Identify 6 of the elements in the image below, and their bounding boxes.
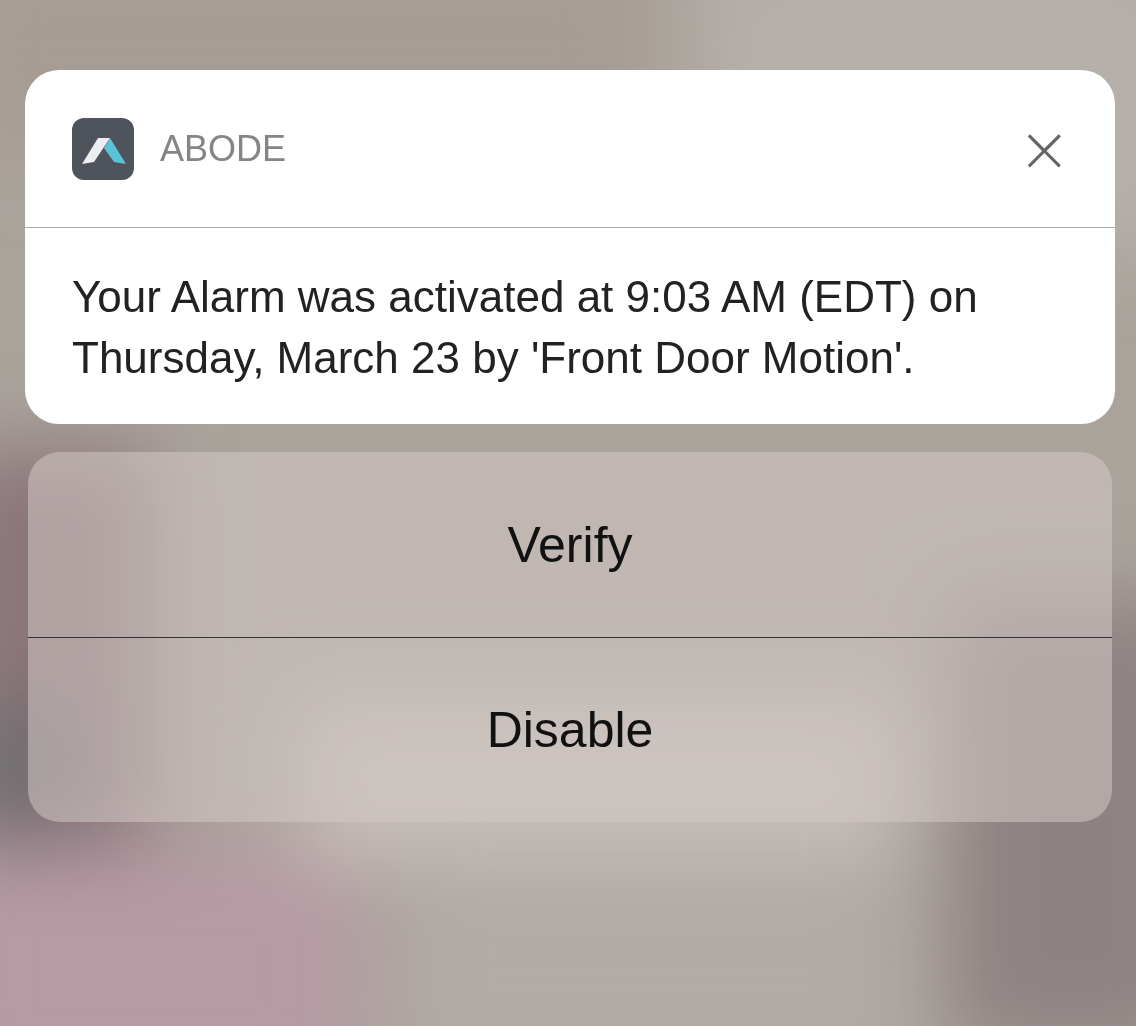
action-button[interactable]: Verify: [28, 452, 1112, 637]
close-button[interactable]: ×: [1017, 116, 1071, 181]
action-button[interactable]: Disable: [28, 637, 1112, 822]
app-icon: [72, 117, 134, 180]
app-name: ABODE: [160, 127, 288, 170]
notification-message: Your Alarm was activated at 9:03 AM (EDT) on Thursday, March 23 by 'Front Door Motion'.: [71, 271, 979, 384]
